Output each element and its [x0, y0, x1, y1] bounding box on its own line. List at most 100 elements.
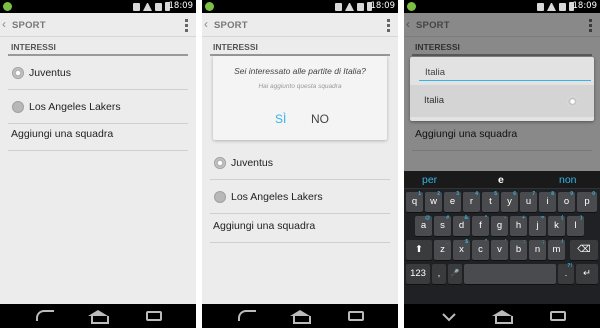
key[interactable]: 1q — [406, 191, 423, 212]
key[interactable]: 4r — [463, 191, 480, 212]
keyboard: per e non 1q 2w 3e 4r 5t 6y 7u 8i 9o 0p … — [404, 171, 600, 304]
key[interactable]: 8i — [539, 191, 556, 212]
add-team-label: Aggiungi una squadra — [213, 220, 316, 232]
team-search-popup: Italia Italia — [410, 57, 594, 121]
navigation-bar — [404, 304, 600, 328]
phone-screen-add-team: 18:09 ‹ SPORT INTERESSI Aggiungi una squ… — [404, 0, 600, 328]
status-icons — [335, 2, 372, 11]
dialog-yes-button[interactable]: SÌ — [275, 112, 286, 126]
key[interactable]: 3e — [444, 191, 461, 212]
nav-recent-apps-icon[interactable] — [348, 311, 364, 321]
keyboard-suggestion[interactable]: non — [559, 174, 577, 186]
content: INTERESSI Juventus Los Angeles Lakers Ag… — [0, 37, 196, 304]
space-key[interactable] — [464, 264, 556, 284]
key[interactable]: :b — [510, 239, 527, 260]
list-item-juventus[interactable]: Juventus — [210, 146, 390, 180]
status-icons — [537, 2, 574, 11]
key[interactable]: $ x — [453, 239, 470, 260]
soccer-ball-icon — [214, 157, 226, 169]
key[interactable]: -g — [491, 215, 508, 236]
page-title[interactable]: SPORT — [214, 20, 248, 31]
navigation-bar — [202, 304, 398, 328]
add-team-label: Aggiungi una squadra — [11, 128, 114, 140]
signal-icon — [357, 2, 364, 11]
back-chevron-icon[interactable]: ‹ — [204, 17, 208, 31]
key[interactable]: 5t — [482, 191, 499, 212]
nav-back-icon[interactable] — [238, 310, 256, 321]
key[interactable]: @ a — [415, 215, 432, 236]
enter-key[interactable]: ↵ — [576, 264, 598, 284]
overflow-menu-icon[interactable] — [185, 19, 188, 32]
screenshot-collage: 18:09 ‹ SPORT INTERESSI Juventus Los Ang… — [0, 0, 600, 328]
section-header: INTERESSI — [210, 42, 390, 56]
nav-recent-apps-icon[interactable] — [146, 311, 162, 321]
team-search-input[interactable]: Italia — [419, 63, 591, 81]
dialog-no-button[interactable]: NO — [311, 112, 329, 126]
nav-home-icon[interactable] — [88, 310, 109, 324]
key[interactable]: 2w — [425, 191, 442, 212]
key[interactable]: 7u — [520, 191, 537, 212]
basketball-icon — [214, 191, 226, 203]
status-icons — [133, 2, 170, 11]
status-time: 18:09 — [370, 1, 396, 11]
overflow-menu-icon[interactable] — [387, 19, 390, 32]
shift-key[interactable]: ⬆ — [406, 240, 432, 260]
nav-home-icon[interactable] — [492, 310, 513, 324]
key[interactable]: 9o — [558, 191, 575, 212]
keyboard-row: @ a # s & d * f -g + h = j (k ) l — [404, 215, 600, 238]
add-team-button[interactable]: Aggiungi una squadra — [8, 117, 188, 151]
key[interactable]: " c — [472, 239, 489, 260]
keyboard-row: ⬆ _ z $ x " c ' v :b ; n / m ⌫ — [404, 239, 600, 262]
key[interactable]: * f — [472, 215, 489, 236]
comma-key[interactable]: , — [432, 264, 446, 284]
notification-icon — [407, 2, 416, 11]
keyboard-row: 1q 2w 3e 4r 5t 6y 7u 8i 9o 0p — [404, 191, 600, 214]
nav-back-icon[interactable] — [36, 310, 54, 321]
phone-screen-interests: 18:09 ‹ SPORT INTERESSI Juventus Los Ang… — [0, 0, 196, 328]
suggestion-item[interactable]: Italia — [410, 85, 594, 117]
page-title[interactable]: SPORT — [12, 20, 46, 31]
status-bar: 18:09 — [202, 0, 398, 13]
status-bar: 18:09 — [404, 0, 600, 13]
vibrate-icon — [537, 2, 544, 11]
soccer-ball-icon — [567, 96, 578, 107]
phone-screen-dialog: 18:09 ‹ SPORT INTERESSI Sei interessato … — [202, 0, 398, 328]
list-item-juventus[interactable]: Juventus — [8, 56, 188, 90]
key[interactable]: / m — [548, 239, 565, 260]
nav-recent-apps-icon[interactable] — [550, 311, 566, 321]
action-bar: ‹ SPORT — [0, 13, 196, 37]
status-bar: 18:09 — [0, 0, 196, 13]
numbers-key[interactable]: 123 — [406, 264, 430, 284]
wifi-icon — [345, 2, 354, 11]
key[interactable]: 6y — [501, 191, 518, 212]
back-chevron-icon[interactable]: ‹ — [2, 17, 6, 31]
signal-icon — [155, 2, 162, 11]
key[interactable]: & d — [453, 215, 470, 236]
key[interactable]: ) l — [567, 215, 584, 236]
period-key[interactable]: ?!. — [558, 263, 574, 284]
key[interactable]: + h — [510, 215, 527, 236]
key[interactable]: _ z — [434, 239, 451, 260]
keyboard-suggestion-strip: per e non — [404, 171, 600, 189]
list-item-label: Juventus — [231, 157, 274, 169]
keyboard-suggestion[interactable]: e — [498, 174, 504, 186]
key[interactable]: ; n — [529, 239, 546, 260]
keyboard-suggestion[interactable]: per — [422, 174, 437, 186]
key[interactable]: ' v — [491, 239, 508, 260]
vibrate-icon — [335, 2, 342, 11]
content: INTERESSI Sei interessato alle partite d… — [202, 37, 398, 304]
microphone-icon[interactable]: 🎤 — [448, 264, 462, 284]
suggestion-label: Italia — [424, 95, 445, 106]
notification-icon — [205, 2, 214, 11]
vibrate-icon — [133, 2, 140, 11]
wifi-icon — [547, 2, 556, 11]
keyboard-hide-icon[interactable] — [440, 310, 458, 322]
nav-home-icon[interactable] — [290, 310, 311, 324]
key[interactable]: 0p — [577, 191, 597, 212]
key[interactable]: # s — [434, 215, 451, 236]
add-team-button[interactable]: Aggiungi una squadra — [210, 209, 390, 243]
backspace-key[interactable]: ⌫ — [570, 240, 598, 260]
key[interactable]: (k — [548, 215, 565, 236]
key[interactable]: = j — [529, 215, 546, 236]
section-header: INTERESSI — [8, 42, 188, 56]
